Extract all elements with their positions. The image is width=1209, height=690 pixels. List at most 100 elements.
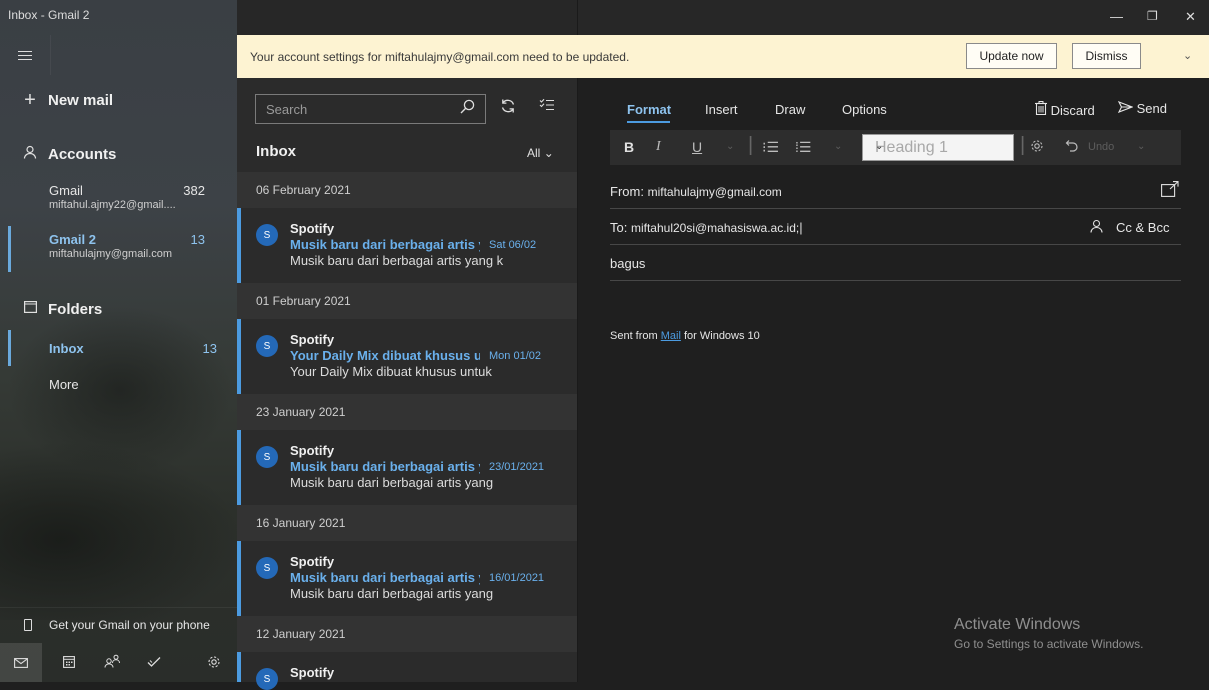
accounts-header[interactable]: Accounts — [0, 142, 237, 166]
folders-header[interactable]: Folders — [0, 297, 237, 321]
person-icon[interactable] — [1090, 219, 1103, 236]
folder-icon — [22, 300, 38, 318]
group-date: 12 January 2021 — [256, 627, 346, 641]
subject-value: bagus — [610, 256, 646, 271]
calendar-icon[interactable] — [63, 656, 75, 671]
new-mail-button[interactable]: + New mail — [0, 88, 237, 112]
chevron-down-icon: ⌄ — [875, 141, 884, 152]
account-email: miftahulajmy@gmail.com — [49, 248, 173, 260]
message-date: Sat 06/02 — [489, 239, 537, 251]
message-item[interactable]: S Spotify Your Daily Mix dibuat khusus u… — [237, 319, 577, 394]
send-label: Send — [1136, 101, 1167, 116]
date-group-header: 06 February 2021 — [237, 172, 577, 208]
update-now-button[interactable]: Update now — [966, 43, 1057, 69]
active-tab-underline — [627, 121, 670, 123]
toolbar-divider: | — [1020, 134, 1026, 156]
undo-label[interactable]: Undo — [1088, 141, 1114, 153]
sender-name: Spotify — [290, 221, 335, 236]
to-line: To: miftahul20si@mahasiswa.ac.id;| — [610, 220, 803, 235]
unread-indicator — [237, 652, 241, 682]
message-item[interactable]: S Spotify Musik baru dari berbagai artis… — [237, 541, 577, 616]
undo-icon[interactable] — [1065, 139, 1079, 156]
message-item[interactable]: S Spotify — [237, 652, 577, 690]
sender-avatar: S — [256, 446, 278, 468]
message-list-pane: Inbox All ⌄ 06 February 2021 S Spotify M… — [237, 78, 578, 690]
unread-indicator — [237, 319, 241, 394]
bullets-button[interactable]: ⁝☰ — [762, 139, 779, 156]
account-name: Gmail — [49, 183, 83, 198]
to-label: To: — [610, 220, 628, 235]
message-item[interactable]: S Spotify Musik baru dari berbagai artis… — [237, 430, 577, 505]
folder-more[interactable]: More — [0, 367, 237, 401]
chevron-down-icon[interactable]: ⌄ — [834, 141, 842, 152]
message-date: 16/01/2021 — [489, 572, 545, 584]
get-gmail-on-phone-link[interactable]: Get your Gmail on your phone — [0, 607, 237, 641]
message-subject: Musik baru dari berbagai artis yang — [290, 237, 480, 252]
group-date: 23 January 2021 — [256, 405, 346, 419]
signature-suffix: for Windows 10 — [680, 330, 760, 342]
sender-name: Spotify — [290, 332, 335, 347]
accounts-label: Accounts — [48, 145, 117, 163]
subject-field[interactable]: bagus — [610, 245, 1181, 281]
selection-mode-icon[interactable] — [539, 98, 555, 117]
title-bar-divider — [577, 0, 578, 35]
search-icon[interactable] — [460, 99, 475, 118]
activate-windows-watermark: Activate Windows Go to Settings to activ… — [954, 616, 1143, 651]
unread-indicator — [237, 208, 241, 283]
tab-draw[interactable]: Draw — [775, 102, 805, 117]
from-value: miftahulajmy@gmail.com — [647, 185, 782, 199]
tab-options[interactable]: Options — [842, 102, 887, 117]
chevron-down-icon[interactable]: ⌄ — [726, 141, 734, 152]
mail-link[interactable]: Mail — [661, 330, 681, 342]
bold-button[interactable]: B — [624, 139, 634, 155]
navigation-pane: Inbox - Gmail 2 + New mail Accounts Gmai… — [0, 0, 237, 682]
to-field[interactable]: To: miftahul20si@mahasiswa.ac.id;| Cc & … — [610, 209, 1181, 245]
underline-button[interactable]: U — [692, 139, 702, 155]
paragraph-style-dropdown[interactable]: Heading 1 ⌄ — [862, 134, 1014, 161]
dismiss-button[interactable]: Dismiss — [1072, 43, 1141, 69]
search-box[interactable] — [255, 94, 486, 124]
sender-avatar: S — [256, 557, 278, 579]
account-name: Gmail 2 — [49, 232, 96, 247]
folder-inbox[interactable]: Inbox 13 — [0, 330, 237, 366]
to-recipient: miftahul20si@mahasiswa.ac.id; — [630, 221, 800, 235]
unread-indicator — [237, 430, 241, 505]
pop-out-icon[interactable] — [1161, 181, 1179, 200]
numbering-button[interactable]: ⁞☰ — [795, 139, 811, 156]
cc-bcc-button[interactable]: Cc & Bcc — [1116, 220, 1169, 235]
folder-name: More — [49, 377, 79, 392]
filter-dropdown[interactable]: All ⌄ — [527, 146, 554, 160]
message-subject: Your Daily Mix dibuat khusus untu — [290, 348, 480, 363]
sender-avatar: S — [256, 335, 278, 357]
styles-gear-icon[interactable] — [1030, 139, 1044, 156]
todo-icon[interactable] — [147, 656, 161, 671]
tab-insert[interactable]: Insert — [705, 102, 738, 117]
send-icon — [1117, 100, 1137, 116]
hamburger-menu-button[interactable] — [0, 35, 50, 75]
from-label: From: — [610, 184, 644, 199]
from-line: From: miftahulajmy@gmail.com — [610, 184, 782, 199]
restore-button[interactable]: ❐ — [1147, 9, 1158, 23]
signature-prefix: Sent from — [610, 330, 661, 342]
sender-avatar: S — [256, 224, 278, 246]
sync-icon[interactable] — [500, 98, 516, 119]
account-gmail[interactable]: Gmail miftahul.ajmy22@gmail.... 382 — [0, 177, 237, 223]
tab-format[interactable]: Format — [627, 102, 671, 117]
from-field[interactable]: From: miftahulajmy@gmail.com — [610, 173, 1181, 209]
chevron-down-icon[interactable]: ⌄ — [1183, 49, 1192, 62]
sender-name: Spotify — [290, 554, 335, 569]
italic-button[interactable]: I — [656, 139, 661, 155]
close-button[interactable]: ✕ — [1185, 9, 1196, 25]
sender-avatar: S — [256, 668, 278, 690]
settings-gear-icon[interactable] — [207, 655, 221, 672]
account-email: miftahul.ajmy22@gmail.... — [49, 199, 176, 211]
chevron-down-icon[interactable]: ⌄ — [1137, 141, 1145, 152]
minimize-button[interactable]: — — [1110, 9, 1123, 24]
people-icon[interactable] — [104, 654, 122, 671]
message-item[interactable]: S Spotify Musik baru dari berbagai artis… — [237, 208, 577, 283]
account-gmail-2[interactable]: Gmail 2 miftahulajmy@gmail.com 13 — [0, 226, 237, 272]
discard-button[interactable]: Discard — [1035, 101, 1095, 118]
send-button[interactable]: Send — [1117, 100, 1167, 116]
title-bar: — ❐ ✕ — [237, 0, 1209, 35]
search-input[interactable] — [256, 95, 446, 123]
